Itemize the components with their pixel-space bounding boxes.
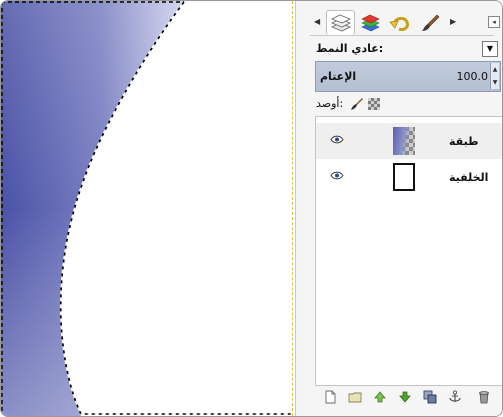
spin-up-icon[interactable]: ▲ xyxy=(491,63,499,76)
tab-scroll-left-icon[interactable]: ◀ xyxy=(314,17,322,27)
layers-icon xyxy=(330,14,351,32)
layer-name[interactable]: الخلفية xyxy=(449,171,488,184)
dock-tab-bar: ◀ ▶ ◂ xyxy=(314,9,500,35)
lock-row: أوصد: xyxy=(316,96,398,112)
layer-thumbnail xyxy=(393,127,415,155)
image-canvas[interactable] xyxy=(1,1,295,416)
raise-layer-icon[interactable] xyxy=(373,390,387,404)
duplicate-layer-icon[interactable] xyxy=(423,390,437,404)
new-layer-group-icon[interactable] xyxy=(348,390,362,404)
brush-icon xyxy=(421,14,439,31)
layer-actions-bar xyxy=(315,387,501,409)
eye-icon[interactable] xyxy=(330,171,344,180)
new-layer-icon[interactable] xyxy=(323,390,337,404)
layers-tab[interactable] xyxy=(326,10,355,35)
opacity-slider[interactable]: الإعتام 100.0 ▲ ▼ xyxy=(315,61,501,92)
spin-down-icon[interactable]: ▼ xyxy=(491,76,499,89)
layers-list: طبقة الخلفية xyxy=(315,116,502,386)
background-thumbnail xyxy=(393,163,415,191)
channels-tab[interactable] xyxy=(356,11,383,35)
layer-row[interactable]: الخلفية xyxy=(316,159,502,195)
tab-scroll-right-icon[interactable]: ▶ xyxy=(450,17,458,27)
lock-pixels-icon[interactable] xyxy=(350,97,364,111)
layers-dock-panel: ◀ ▶ ◂ عادي النمط: ▼ الإعتام 100.0 ▲ ▼ أو… xyxy=(302,1,502,416)
opacity-value: 100.0 xyxy=(456,70,489,83)
lock-label: أوصد: xyxy=(316,97,344,110)
layer-boundary-guide xyxy=(292,1,293,416)
layer-name[interactable]: طبقة xyxy=(449,135,478,148)
undo-history-tab[interactable] xyxy=(386,11,413,35)
gimp-window: ◀ ▶ ◂ عادي النمط: ▼ الإعتام 100.0 ▲ ▼ أو… xyxy=(0,0,503,417)
lock-alpha-icon[interactable] xyxy=(368,98,380,110)
eye-icon[interactable] xyxy=(330,135,344,144)
mode-label: عادي النمط: xyxy=(316,42,384,55)
anchor-layer-icon[interactable] xyxy=(448,390,462,404)
tab-menu-icon[interactable]: ◂ xyxy=(488,16,500,28)
opacity-spinner[interactable]: ▲ ▼ xyxy=(490,63,499,89)
delete-layer-icon[interactable] xyxy=(477,390,491,404)
undo-history-icon xyxy=(388,16,409,31)
mode-row: عادي النمط: ▼ xyxy=(316,41,498,57)
canvas-drawing xyxy=(1,1,291,416)
lower-layer-icon[interactable] xyxy=(398,390,412,404)
mode-dropdown[interactable]: ▼ xyxy=(482,41,498,57)
brushes-tab[interactable] xyxy=(416,11,443,35)
opacity-label: الإعتام xyxy=(320,70,357,83)
layer-row[interactable]: طبقة xyxy=(316,123,502,159)
tab-divider xyxy=(310,35,494,36)
chevron-down-icon: ▼ xyxy=(486,44,494,53)
channels-icon xyxy=(360,14,380,32)
